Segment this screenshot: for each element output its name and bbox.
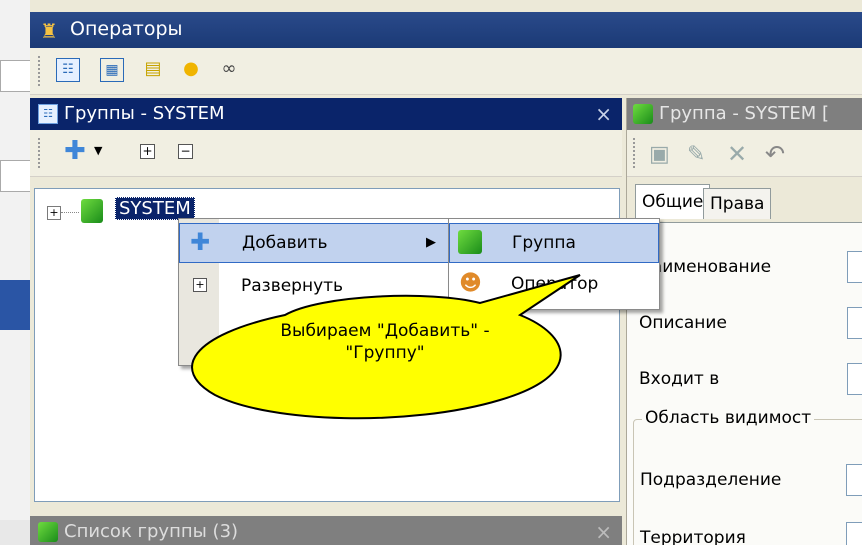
group-panel-title: Группа - SYSTEM [ [659,103,830,124]
notes-icon[interactable]: ▤ [142,58,164,80]
group-panel-toolbar: ▣ ✎ ✕ ↶ [627,130,862,177]
tree-node-system[interactable]: SYSTEM [115,197,195,220]
collapse-all-icon[interactable]: − [178,144,193,159]
grid-view-icon[interactable]: ▦ [100,58,124,82]
bg-banner [0,280,30,330]
territory-label: Территория [640,528,746,545]
groups-panel-title: Группы - SYSTEM [64,103,225,124]
tree-view-icon: ☷ [38,104,58,124]
group-cube-icon [38,522,58,542]
group-add-icon [458,230,482,254]
scope-groupbox: Область видимост Подразделение Территори… [633,408,862,545]
group-cube-icon [633,104,653,124]
group-panel-titlebar: Группа - SYSTEM [ [627,98,862,130]
tab-content: Наименование Описание Входит в Область в… [627,222,862,545]
save-icon[interactable]: ▣ [649,142,670,167]
tree-expand-toggle[interactable]: + [47,206,61,220]
submenu-arrow-icon: ▶ [426,235,436,250]
main-toolbar: ☷ ▦ ▤ ● ∞ [30,48,862,95]
scope-legend: Область видимост [642,408,815,428]
parent-field[interactable] [847,363,862,395]
add-plus-icon[interactable]: ✚ [64,138,86,164]
callout-text: Выбираем "Добавить" - "Группу" [280,321,490,363]
submenu-item-label: Группа [512,233,576,253]
menu-item-label: Добавить [242,233,328,253]
window-title: Операторы [70,18,183,40]
group-cube-icon [81,199,103,223]
delete-icon[interactable]: ✕ [727,140,747,168]
background-window [0,0,30,545]
tab-general[interactable]: Общие [635,184,711,219]
bg-field [0,60,30,92]
list-panel-title: Список группы (3) [64,521,239,542]
dropdown-arrow-icon[interactable]: ▼ [94,144,102,157]
expand-all-icon[interactable]: + [140,144,155,159]
parent-label: Входит в [639,369,720,389]
color-icon[interactable]: ● [180,58,202,80]
group-details-panel: Группа - SYSTEM [ ▣ ✎ ✕ ↶ Общие Права На… [626,98,862,545]
groups-panel-titlebar: ☷ Группы - SYSTEM × [30,98,622,130]
department-label: Подразделение [640,470,782,490]
tree-connector [61,212,79,213]
toolbar-grip [38,138,43,168]
undo-icon[interactable]: ↶ [765,140,785,168]
list-panel-titlebar: Список группы (3) × [30,516,622,545]
description-label: Описание [639,313,727,333]
groups-panel-toolbar: ✚ ▼ + − [30,130,622,177]
toolbar-grip [633,138,638,168]
close-icon[interactable]: × [595,520,612,544]
tree-view-icon[interactable]: ☷ [56,58,80,82]
window-titlebar: ♜ Операторы [30,12,862,48]
close-icon[interactable]: × [595,102,612,126]
glasses-icon[interactable]: ∞ [218,58,240,80]
department-field[interactable] [846,464,862,496]
name-field[interactable] [847,251,862,283]
toolbar-grip [38,56,43,86]
edit-icon[interactable]: ✎ [687,142,705,167]
bg-field [0,160,30,192]
operators-icon: ♜ [40,19,58,43]
description-field[interactable] [847,307,862,339]
tab-rights[interactable]: Права [703,188,772,219]
territory-field[interactable] [846,522,862,545]
plus-icon: ✚ [190,228,211,256]
bg-strip [0,520,30,545]
